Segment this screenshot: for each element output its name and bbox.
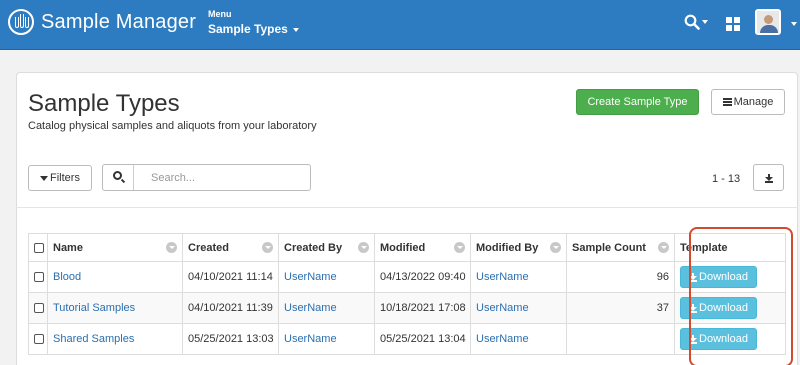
manage-label: Manage: [733, 96, 774, 108]
modified-by-link[interactable]: UserName: [476, 333, 529, 345]
create-sample-type-button[interactable]: Create Sample Type: [576, 89, 699, 115]
sample-count-cell: 37: [566, 292, 675, 324]
modified-cell: 10/18/2021 17:08: [374, 292, 471, 324]
sample-type-name-link[interactable]: Blood: [53, 271, 81, 283]
table-row: Tutorial Samples 04/10/2021 11:39 UserNa…: [28, 292, 786, 324]
select-all-checkbox[interactable]: [34, 242, 44, 253]
created-by-link[interactable]: UserName: [284, 302, 337, 314]
chevron-down-icon[interactable]: [550, 242, 561, 253]
download-icon: [689, 304, 698, 313]
table-row: Blood 04/10/2021 11:14 UserName 04/13/20…: [28, 261, 786, 293]
sample-count-cell: [566, 323, 675, 355]
modified-cell: 05/25/2021 13:04: [374, 323, 471, 355]
header-row: Name Created Created By Modified Modifie…: [28, 233, 786, 262]
export-button[interactable]: [753, 164, 784, 191]
sample-manager-logo-icon: [8, 9, 34, 35]
search-input[interactable]: [135, 165, 310, 190]
page-title: Sample Types: [28, 90, 180, 117]
row-checkbox[interactable]: [34, 303, 44, 314]
menu-icon: [722, 98, 732, 106]
chevron-down-icon[interactable]: [454, 242, 465, 253]
column-header-name[interactable]: Name: [47, 233, 183, 262]
chevron-down-icon[interactable]: [166, 242, 177, 253]
table-row: Shared Samples 05/25/2021 13:03 UserName…: [28, 323, 786, 355]
column-header-created-by[interactable]: Created By: [278, 233, 375, 262]
brand-name: Sample Manager: [41, 10, 197, 33]
top-navbar: Sample Manager Menu Sample Types: [0, 0, 800, 50]
sample-type-name-link[interactable]: Tutorial Samples: [53, 302, 135, 314]
chevron-down-icon: [292, 27, 299, 32]
menu-current: Sample Types: [208, 22, 288, 36]
column-header-template: Template: [674, 233, 786, 262]
created-by-link[interactable]: UserName: [284, 333, 337, 345]
search-addon: [103, 165, 134, 190]
main-menu-dropdown[interactable]: Menu Sample Types: [208, 9, 299, 36]
column-header-created[interactable]: Created: [182, 233, 279, 262]
sample-type-name-link[interactable]: Shared Samples: [53, 333, 134, 345]
modified-by-link[interactable]: UserName: [476, 302, 529, 314]
column-header-modified-by[interactable]: Modified By: [470, 233, 567, 262]
created-cell: 04/10/2021 11:14: [182, 261, 279, 293]
search-icon: [113, 171, 122, 180]
filters-label: Filters: [50, 172, 80, 184]
chevron-down-icon[interactable]: [358, 242, 369, 253]
select-all-cell: [28, 233, 48, 262]
pagination-info: 1 - 13: [712, 173, 741, 185]
modified-cell: 04/13/2022 09:40: [374, 261, 471, 293]
brand[interactable]: Sample Manager: [8, 9, 196, 35]
download-template-button[interactable]: Download: [680, 266, 757, 288]
created-cell: 05/25/2021 13:03: [182, 323, 279, 355]
download-template-button[interactable]: Download: [680, 297, 757, 319]
chevron-down-icon: [702, 20, 708, 24]
divider: [16, 207, 798, 208]
column-header-modified[interactable]: Modified: [374, 233, 471, 262]
column-header-sample-count[interactable]: Sample Count: [566, 233, 675, 262]
menu-label: Menu: [208, 9, 232, 19]
apps-grid-icon[interactable]: [726, 17, 740, 31]
created-by-link[interactable]: UserName: [284, 271, 337, 283]
chevron-down-icon[interactable]: [658, 242, 669, 253]
user-avatar-icon[interactable]: [755, 9, 781, 35]
sample-count-cell: 96: [566, 261, 675, 293]
page-subtitle: Catalog physical samples and aliquots fr…: [28, 120, 317, 132]
row-checkbox[interactable]: [34, 272, 44, 283]
manage-button[interactable]: Manage: [711, 89, 785, 115]
download-icon: [689, 273, 698, 282]
download-icon: [689, 335, 698, 344]
search-box: [102, 164, 311, 191]
chevron-down-icon[interactable]: [791, 22, 797, 26]
download-icon: [765, 174, 773, 183]
filter-icon: [40, 176, 49, 181]
download-template-button[interactable]: Download: [680, 328, 757, 350]
nav-search-button[interactable]: [684, 14, 708, 30]
filters-button[interactable]: Filters: [28, 165, 92, 191]
row-checkbox[interactable]: [34, 334, 44, 345]
created-cell: 04/10/2021 11:39: [182, 292, 279, 324]
search-icon: [684, 14, 700, 30]
sample-types-grid: Name Created Created By Modified Modifie…: [28, 233, 786, 355]
modified-by-link[interactable]: UserName: [476, 271, 529, 283]
chevron-down-icon[interactable]: [262, 242, 273, 253]
